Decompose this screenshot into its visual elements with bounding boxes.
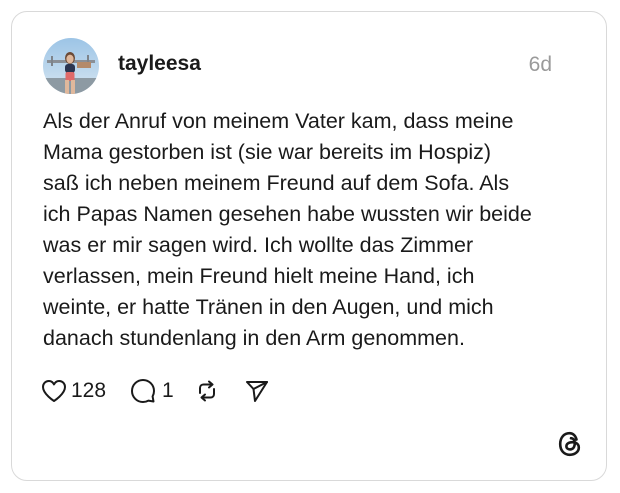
avatar[interactable] <box>43 38 99 94</box>
like-button[interactable]: 128 <box>41 379 106 403</box>
share-button[interactable] <box>244 378 270 404</box>
post-actions: 128 1 <box>41 375 270 407</box>
comment-icon <box>130 378 156 404</box>
post-text-line: ich Papas Namen gesehen habe wussten wir… <box>43 202 532 226</box>
post-text-line: Als der Anruf von meinem Vater kam, dass… <box>43 109 514 133</box>
post-timestamp: 6d <box>528 53 552 76</box>
post-text-line: weinte, er hatte Tränen in den Augen, un… <box>43 295 494 319</box>
heart-icon <box>41 379 67 403</box>
repost-icon <box>194 378 220 404</box>
threads-logo-icon[interactable] <box>556 430 584 458</box>
reply-button[interactable]: 1 <box>130 378 174 404</box>
post-card[interactable]: tayleesa 6d Als der Anruf von meinem Vat… <box>11 11 607 481</box>
username[interactable]: tayleesa <box>118 51 201 77</box>
post-text-line: verlassen, mein Freund hielt meine Hand,… <box>43 264 475 288</box>
send-icon <box>244 378 270 404</box>
reply-count: 1 <box>162 379 174 402</box>
repost-button[interactable] <box>194 378 220 404</box>
post-text-line: Mama gestorben ist (sie war bereits im H… <box>43 140 492 164</box>
post-text: Als der Anruf von meinem Vater kam, dass… <box>43 106 583 354</box>
like-count: 128 <box>71 379 107 402</box>
post-text-line: saß ich neben meinem Freund auf dem Sofa… <box>43 171 510 195</box>
post-text-line: was er mir sagen wird. Ich wollte das Zi… <box>43 233 474 257</box>
post-text-line: danach stundenlang in den Arm genommen. <box>43 326 465 350</box>
